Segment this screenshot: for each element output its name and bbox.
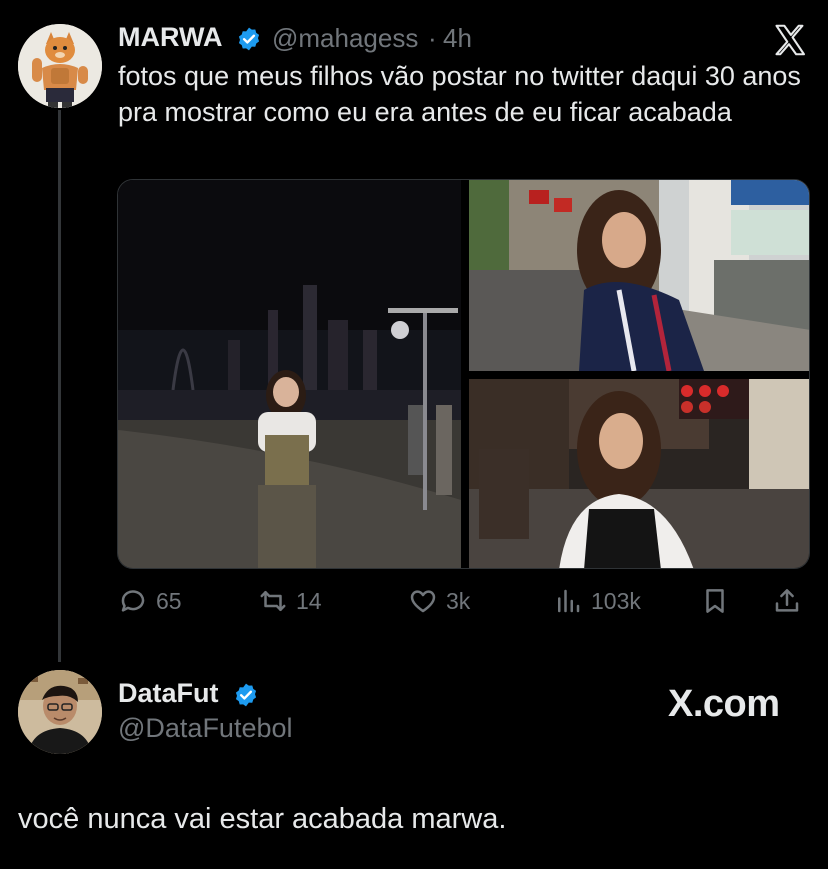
share-icon (775, 589, 799, 612)
tweet-text: fotos que meus filhos vão postar no twit… (118, 61, 801, 127)
views-button[interactable]: 103k (553, 586, 641, 616)
photo-street-night[interactable] (469, 379, 809, 568)
thread-line (58, 110, 61, 662)
avatar[interactable] (18, 24, 102, 108)
retweet-icon (260, 591, 286, 611)
retweet-count: 14 (296, 587, 322, 614)
reply-button[interactable]: 65 (118, 586, 182, 616)
person-avatar-icon (18, 670, 102, 754)
reply-author-name[interactable]: DataFut (118, 678, 219, 709)
author-name[interactable]: MARWA (118, 22, 223, 53)
reply-text: você nunca vai estar acabada marwa. (18, 803, 507, 835)
photo-night-waterfront[interactable] (118, 180, 461, 568)
x-logo-icon[interactable] (772, 22, 808, 58)
retweet-button[interactable]: 14 (258, 586, 322, 616)
avatar[interactable] (18, 670, 102, 754)
share-button[interactable] (772, 586, 810, 616)
bookmark-icon (706, 589, 724, 613)
author-handle[interactable]: @mahagess (272, 23, 418, 54)
reply-icon (121, 590, 145, 612)
views-count: 103k (591, 587, 641, 614)
verified-badge-icon (238, 27, 260, 51)
like-button[interactable]: 3k (408, 586, 470, 616)
bookmark-button[interactable] (700, 586, 738, 616)
views-chart-icon (558, 589, 580, 613)
reply-count: 65 (156, 587, 182, 614)
photo-street-day[interactable] (469, 180, 809, 371)
cat-avatar-icon (18, 24, 102, 108)
like-count: 3k (446, 587, 471, 614)
heart-icon (410, 590, 436, 613)
reply-author-handle[interactable]: @DataFutebol (118, 713, 293, 744)
x-com-brand: X.com (668, 683, 780, 725)
media-grid[interactable] (117, 179, 810, 569)
separator-dot: · (428, 23, 437, 53)
timestamp[interactable]: 4h (443, 23, 472, 54)
verified-badge-icon (235, 683, 257, 707)
